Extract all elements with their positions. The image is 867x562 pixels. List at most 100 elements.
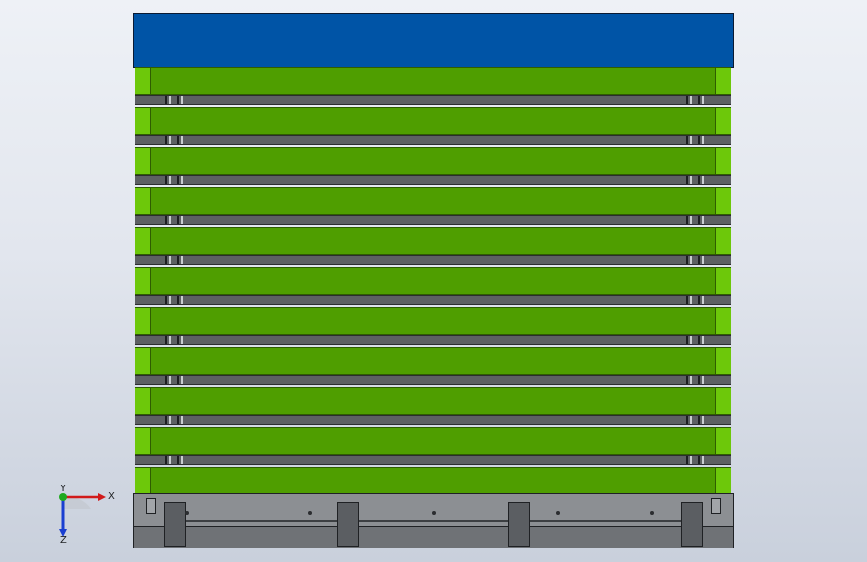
rail-clip — [686, 216, 688, 224]
rail-clip — [702, 176, 704, 184]
rail-clip — [698, 176, 700, 184]
layer-edge-right — [715, 468, 731, 494]
x-axis-label: X — [108, 491, 115, 502]
cad-viewport[interactable]: X Y Z — [0, 0, 867, 562]
rail-clip — [177, 176, 179, 184]
separator-rail — [135, 255, 731, 265]
separator-rail — [135, 175, 731, 185]
rail-clip — [690, 256, 692, 264]
green-layer-panel[interactable] — [135, 107, 731, 135]
rail-clip — [181, 456, 183, 464]
rail-clip — [169, 416, 171, 424]
rail-clip — [702, 296, 704, 304]
layer-edge-left — [135, 228, 151, 254]
rail-clip — [698, 256, 700, 264]
rail-clip — [181, 216, 183, 224]
green-layer-panel[interactable] — [135, 347, 731, 375]
rail-clip — [702, 456, 704, 464]
rail-clip — [177, 456, 179, 464]
rail-clip — [698, 296, 700, 304]
rail-clip — [181, 96, 183, 104]
green-layer-panel[interactable] — [135, 267, 731, 295]
green-layer-panel[interactable] — [135, 427, 731, 455]
separator-rail — [135, 95, 731, 105]
green-layer-panel[interactable] — [135, 187, 731, 215]
layer-edge-left — [135, 68, 151, 94]
coordinate-triad-icon[interactable]: X Y Z — [50, 485, 120, 545]
layer-edge-left — [135, 468, 151, 494]
base-frame[interactable] — [133, 493, 734, 548]
rail-clip — [690, 296, 692, 304]
layer-edge-right — [715, 268, 731, 294]
layer-edge-left — [135, 388, 151, 414]
rail-clip — [169, 456, 171, 464]
rail-clip — [698, 376, 700, 384]
x-axis-arrow-icon — [98, 493, 106, 501]
rail-clip — [686, 456, 688, 464]
rail-clip — [169, 256, 171, 264]
rail-clip — [702, 136, 704, 144]
base-bracket-left — [146, 498, 156, 514]
rail-clip — [702, 96, 704, 104]
rail-clip — [690, 176, 692, 184]
y-axis-label: Y — [59, 485, 67, 494]
green-layer-panel[interactable] — [135, 387, 731, 415]
rail-clip — [690, 336, 692, 344]
green-layer-panel[interactable] — [135, 227, 731, 255]
base-rail-line — [174, 520, 693, 522]
separator-rail — [135, 135, 731, 145]
z-axis-label: Z — [60, 535, 67, 545]
triad-plane-shading — [63, 496, 91, 509]
rail-clip — [698, 216, 700, 224]
rail-clip — [181, 176, 183, 184]
base-pillar — [681, 502, 703, 547]
rail-clip — [181, 416, 183, 424]
layer-edge-left — [135, 428, 151, 454]
rail-clip — [690, 136, 692, 144]
rail-clip — [686, 296, 688, 304]
layer-edge-left — [135, 308, 151, 334]
rail-clip — [165, 416, 167, 424]
rail-clip — [698, 416, 700, 424]
y-axis-origin-icon — [59, 493, 67, 501]
layer-edge-right — [715, 68, 731, 94]
layer-edge-left — [135, 268, 151, 294]
green-layer-panel[interactable] — [135, 467, 731, 495]
rail-clip — [702, 416, 704, 424]
base-pillar — [337, 502, 359, 547]
rail-clip — [165, 176, 167, 184]
rail-clip — [177, 136, 179, 144]
green-layer-panel[interactable] — [135, 307, 731, 335]
green-layer-panel[interactable] — [135, 67, 731, 95]
top-cover-plate[interactable] — [133, 13, 734, 68]
bolt-icon — [650, 511, 654, 515]
separator-rail — [135, 335, 731, 345]
rail-clip — [702, 376, 704, 384]
layer-edge-right — [715, 148, 731, 174]
assembly-model[interactable] — [133, 13, 734, 549]
rail-clip — [177, 256, 179, 264]
rail-clip — [181, 136, 183, 144]
rail-clip — [181, 336, 183, 344]
green-layer-panel[interactable] — [135, 147, 731, 175]
rail-clip — [686, 136, 688, 144]
layer-edge-right — [715, 108, 731, 134]
rail-clip — [698, 336, 700, 344]
rail-clip — [177, 336, 179, 344]
rail-clip — [690, 416, 692, 424]
rail-clip — [169, 176, 171, 184]
base-lower-plate — [134, 526, 733, 548]
layer-edge-right — [715, 388, 731, 414]
rail-clip — [169, 296, 171, 304]
rail-clip — [169, 336, 171, 344]
bolt-icon — [556, 511, 560, 515]
layer-edge-right — [715, 308, 731, 334]
rail-clip — [169, 216, 171, 224]
rail-clip — [165, 296, 167, 304]
rail-clip — [690, 96, 692, 104]
rail-clip — [165, 376, 167, 384]
layer-edge-right — [715, 428, 731, 454]
rail-clip — [177, 376, 179, 384]
separator-rail — [135, 295, 731, 305]
rail-clip — [686, 336, 688, 344]
